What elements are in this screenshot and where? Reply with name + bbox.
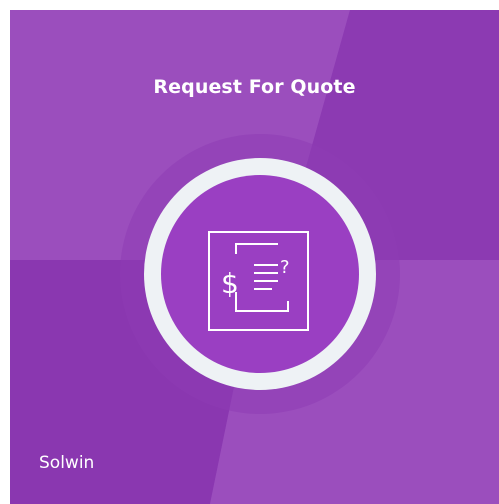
dollar-sign-glyph: $ xyxy=(221,267,239,300)
card-title: Request For Quote xyxy=(153,76,356,98)
product-card[interactable]: $ ? Request For Quote Solwin xyxy=(10,10,499,504)
brand-name: Solwin xyxy=(39,453,95,473)
question-mark-glyph: ? xyxy=(280,257,290,278)
